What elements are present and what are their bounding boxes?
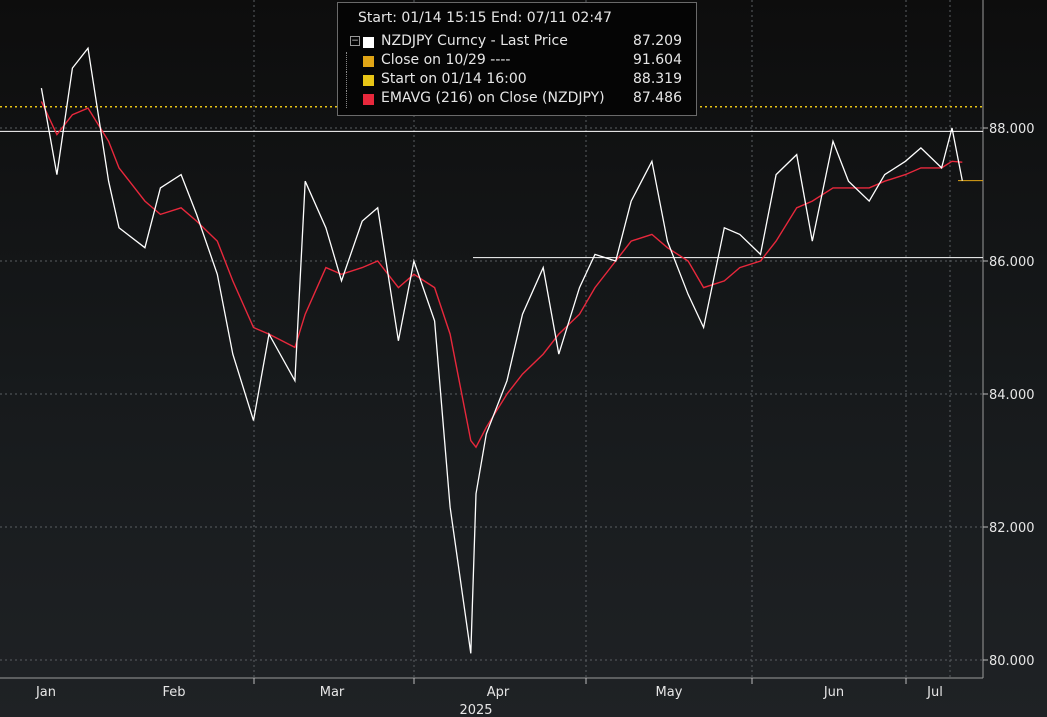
y-tick-label: 86.000 xyxy=(989,255,1035,270)
legend-row-close: Close on 10/29 ---- 91.604 xyxy=(346,52,690,70)
legend-row-last-price: − NZDJPY Curncy - Last Price 87.209 xyxy=(346,33,690,51)
year-label: 2025 xyxy=(459,703,492,717)
x-tick-label: Feb xyxy=(162,685,185,700)
legend-row-value: 88.319 xyxy=(633,71,682,87)
y-tick-label: 80.000 xyxy=(989,654,1035,669)
y-tick-label: 88.000 xyxy=(989,122,1035,137)
y-axis: 80.000 82.000 84.000 86.000 88.000 xyxy=(983,122,1035,669)
tree-connector-icon xyxy=(346,90,355,108)
tree-connector-icon xyxy=(346,71,355,89)
x-tick-label: Mar xyxy=(320,685,345,700)
swatch-ema xyxy=(363,94,374,105)
x-axis: Jan Feb Mar Apr May Jun Jul 2025 xyxy=(35,678,943,717)
swatch-last-price xyxy=(363,37,374,48)
x-tick-label: Apr xyxy=(487,685,510,700)
swatch-start xyxy=(363,75,374,86)
y-tick-label: 84.000 xyxy=(989,388,1035,403)
legend-row-label: Start on 01/14 16:00 xyxy=(381,71,527,87)
x-tick-label: Jun xyxy=(823,685,844,700)
price-series-line xyxy=(40,46,963,654)
swatch-close xyxy=(363,56,374,67)
legend-row-ema: EMAVG (216) on Close (NZDJPY) 87.486 xyxy=(346,90,690,108)
legend-row-label: NZDJPY Curncy - Last Price xyxy=(381,33,568,49)
legend-row-start: Start on 01/14 16:00 88.319 xyxy=(346,71,690,89)
y-tick-label: 82.000 xyxy=(989,521,1035,536)
collapse-icon[interactable]: − xyxy=(350,36,360,46)
legend-row-label: EMAVG (216) on Close (NZDJPY) xyxy=(381,90,605,106)
reference-lines xyxy=(0,106,983,259)
legend-row-value: 91.604 xyxy=(633,52,682,68)
legend-row-value: 87.209 xyxy=(633,33,682,49)
x-tick-label: May xyxy=(656,685,683,700)
legend-header: Start: 01/14 15:15 End: 07/11 02:47 xyxy=(358,10,612,26)
x-tick-label: Jul xyxy=(926,685,943,700)
legend-box: Start: 01/14 15:15 End: 07/11 02:47 − NZ… xyxy=(337,2,697,116)
tree-connector-icon xyxy=(346,52,355,70)
legend-row-label: Close on 10/29 ---- xyxy=(381,52,511,68)
legend-row-value: 87.486 xyxy=(633,90,682,106)
x-tick-label: Jan xyxy=(35,685,56,700)
